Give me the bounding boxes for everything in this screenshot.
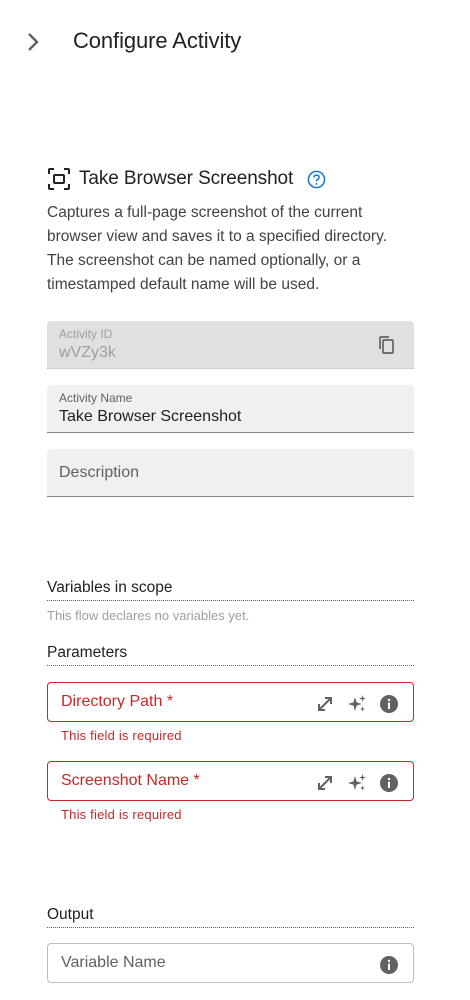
screenshot-name-error: This field is required [61,807,182,822]
sparkle-icon[interactable] [346,772,368,794]
info-icon[interactable] [378,693,400,715]
directory-path-label: Directory Path * [61,693,174,710]
collapse-panel-button[interactable] [20,28,46,56]
variables-section-title: Variables in scope [47,579,414,601]
expand-icon[interactable] [314,772,336,794]
activity-name-label: Activity Name [59,391,133,405]
info-icon[interactable] [378,772,400,794]
activity-id-field: Activity ID wVZy3k [47,321,414,369]
screenshot-name-input[interactable]: Screenshot Name * [47,761,414,801]
expand-icon[interactable] [314,693,336,715]
output-variable-input[interactable]: Variable Name [47,943,414,983]
output-section-title: Output [47,906,414,928]
activity-name-value: Take Browser Screenshot [59,408,242,425]
copy-icon[interactable] [376,334,398,356]
activity-id-label: Activity ID [59,327,113,341]
header: Configure Activity [0,0,470,84]
directory-path-input[interactable]: Directory Path * [47,682,414,722]
info-icon[interactable] [378,954,400,976]
chevron-right-icon [28,33,39,51]
page-title: Configure Activity [73,28,242,53]
parameters-section-title: Parameters [47,644,414,666]
screenshot-name-label: Screenshot Name * [61,772,200,789]
output-variable-placeholder: Variable Name [61,954,166,971]
activity-title: Take Browser Screenshot [79,168,294,189]
help-circle-icon[interactable] [306,169,326,189]
screenshot-frame-icon [47,167,71,191]
variables-empty-text: This flow declares no variables yet. [47,608,250,623]
activity-description: Captures a full-page screenshot of the c… [47,204,388,293]
activity-name-field[interactable]: Activity Name Take Browser Screenshot [47,385,414,433]
directory-path-error: This field is required [61,728,182,743]
activity-id-value: wVZy3k [59,344,116,361]
sparkle-icon[interactable] [346,693,368,715]
description-field[interactable]: Description [47,449,414,497]
activity-header: Take Browser Screenshot [47,165,326,193]
description-placeholder: Description [59,464,140,481]
